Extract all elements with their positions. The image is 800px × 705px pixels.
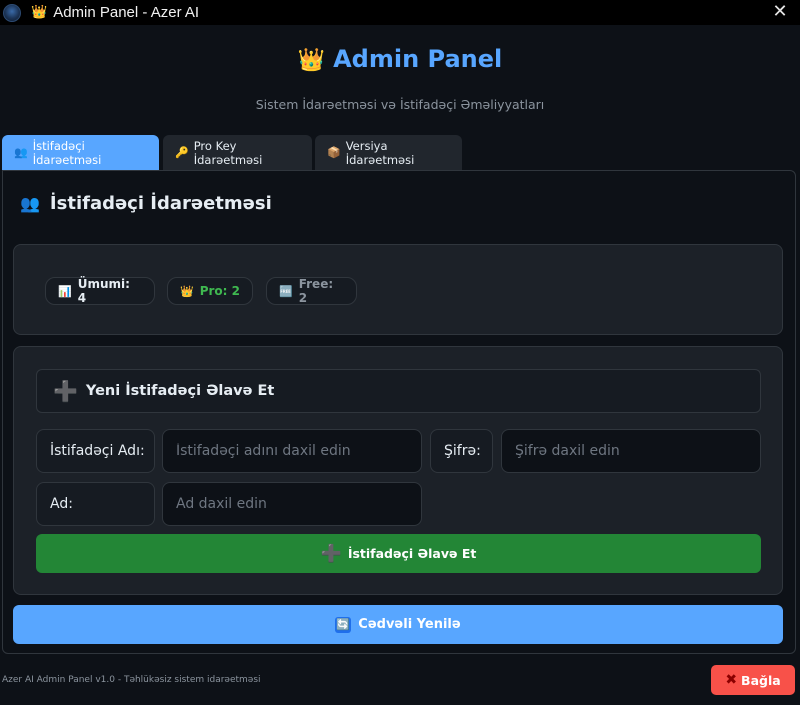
free-icon: 🆓 xyxy=(279,284,293,298)
add-user-button-label: İstifadəçi Əlavə Et xyxy=(347,546,477,561)
crown-icon: 👑 xyxy=(31,5,48,20)
window-close-button[interactable]: ✕ xyxy=(770,2,790,22)
footer-text: Azer AI Admin Panel v1.0 - Təhlükəsiz si… xyxy=(2,675,261,685)
window-title: Admin Panel - Azer AI xyxy=(53,4,200,21)
tab-pro-key-management[interactable]: 🔑 Pro Key İdarəetməsi xyxy=(163,135,312,170)
tab-label: İstifadəçi İdarəetməsi xyxy=(32,138,102,167)
stat-free-badge: 🆓 Free: 2 xyxy=(266,277,357,305)
form-header-text: Yeni İstifadəçi Əlavə Et xyxy=(85,383,275,399)
refresh-table-button[interactable]: 🔄 Cədvəli Yenilə xyxy=(13,605,783,644)
refresh-icon: 🔄 xyxy=(335,616,352,633)
password-label: Şifrə: xyxy=(430,429,493,473)
section-title-text: İstifadəçi İdarəetməsi xyxy=(49,193,272,214)
tab-user-management[interactable]: 👥 İstifadəçi İdarəetməsi xyxy=(2,135,159,170)
name-input[interactable] xyxy=(162,482,422,526)
package-icon: 📦 xyxy=(327,146,341,159)
key-icon: 🔑 xyxy=(175,146,189,159)
plus-icon: ➕ xyxy=(320,543,342,564)
crown-icon: 👑 xyxy=(180,284,194,298)
users-icon: 👥 xyxy=(14,146,28,159)
add-user-form-header: ➕ Yeni İstifadəçi Əlavə Et xyxy=(36,369,761,413)
stat-total-label: Ümumi: 4 xyxy=(77,277,130,305)
tab-label: Pro Key İdarəetməsi xyxy=(193,138,263,167)
section-title: 👥 İstifadəçi İdarəetməsi xyxy=(20,193,272,214)
username-input[interactable] xyxy=(162,429,422,473)
bar-chart-icon: 📊 xyxy=(58,284,72,298)
users-icon: 👥 xyxy=(20,194,40,213)
window-titlebar: 👑 Admin Panel - Azer AI ✕ xyxy=(0,0,800,25)
stat-total-badge: 📊 Ümumi: 4 xyxy=(45,277,155,305)
stat-pro-label: Pro: 2 xyxy=(199,284,240,298)
tab-label: Versiya İdarəetməsi xyxy=(345,138,415,167)
close-button-label: Bağla xyxy=(741,672,781,688)
add-user-button[interactable]: ➕ İstifadəçi Əlavə Et xyxy=(36,534,761,573)
stat-free-label: Free: 2 xyxy=(298,277,334,305)
crown-icon: 👑 xyxy=(297,48,326,73)
refresh-button-label: Cədvəli Yenilə xyxy=(358,617,461,632)
password-input[interactable] xyxy=(501,429,761,473)
plus-icon: ➕ xyxy=(53,379,78,403)
page-title-text: Admin Panel xyxy=(333,45,503,73)
page-subtitle: Sistem İdarəetməsi və İstifadəçi Əməliyy… xyxy=(255,97,545,112)
stat-pro-badge: 👑 Pro: 2 xyxy=(167,277,253,305)
name-label: Ad: xyxy=(36,482,155,526)
tab-version-management[interactable]: 📦 Versiya İdarəetməsi xyxy=(315,135,462,170)
page-title: 👑 Admin Panel xyxy=(0,45,800,73)
username-label: İstifadəçi Adı: xyxy=(36,429,155,473)
app-logo-icon xyxy=(3,3,21,22)
close-icon: ✖ xyxy=(725,672,738,688)
close-button[interactable]: ✖ Bağla xyxy=(711,665,795,695)
